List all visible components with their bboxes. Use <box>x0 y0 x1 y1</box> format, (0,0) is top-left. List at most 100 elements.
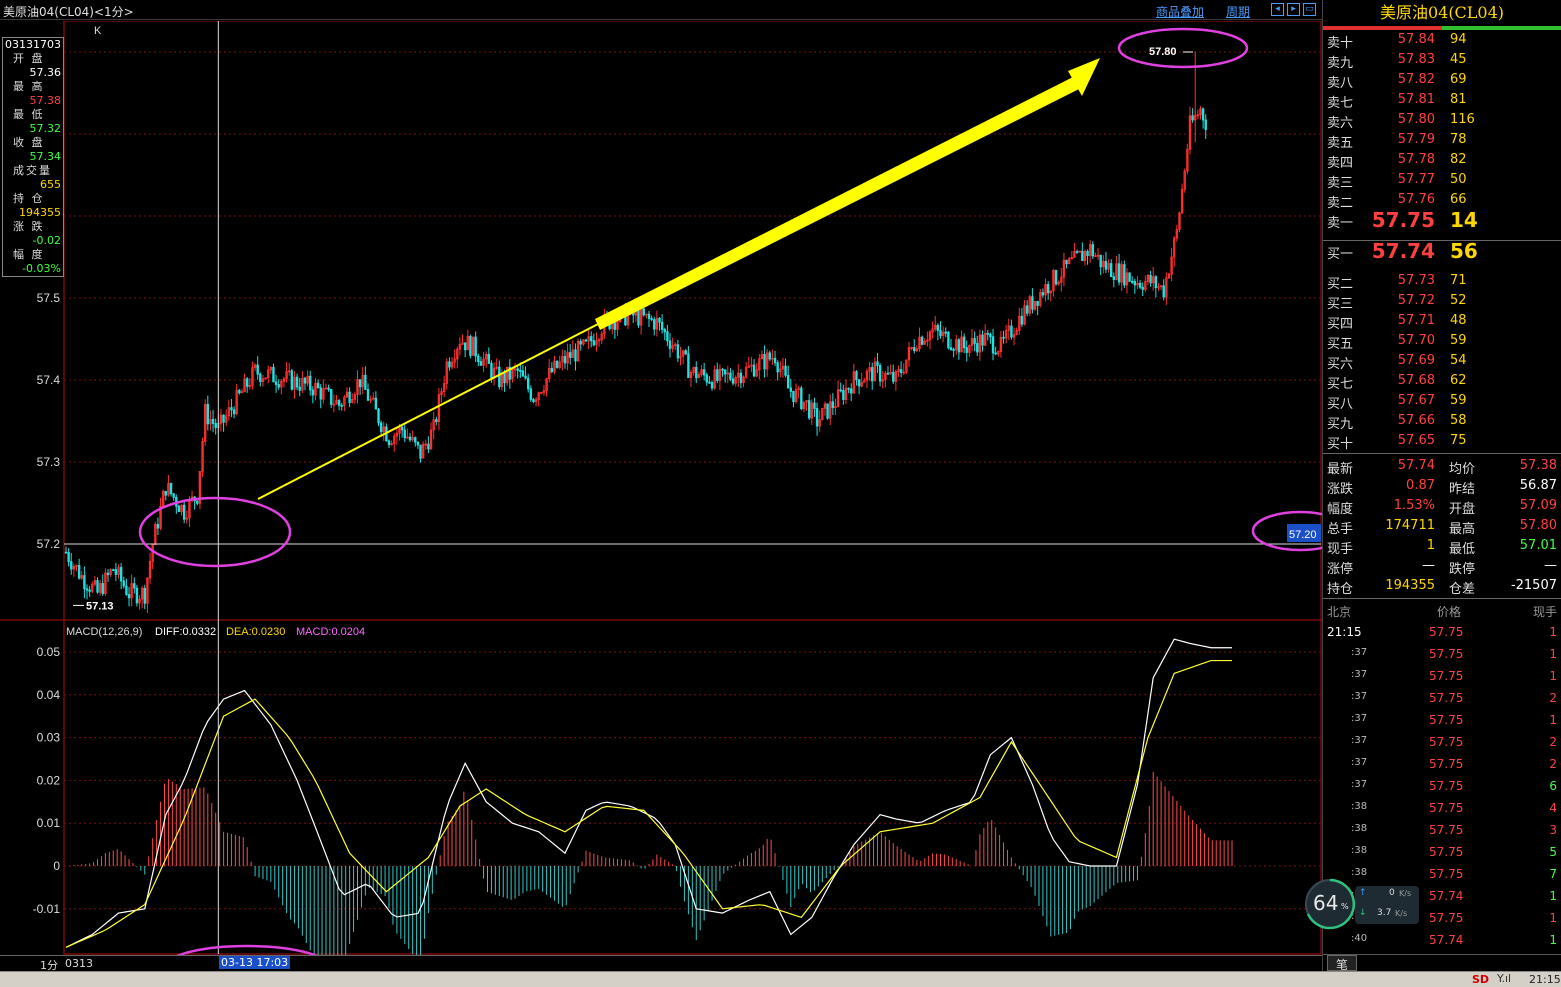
candle-body <box>839 389 842 392</box>
candle-body <box>784 365 787 376</box>
candle-body <box>387 440 391 446</box>
bid1-row[interactable]: 买一 57.74 56 <box>1323 239 1561 271</box>
tick-volume: 7 <box>1549 867 1557 881</box>
candle-body <box>70 561 73 570</box>
bid-price: 57.71 <box>1397 313 1435 328</box>
candle-body <box>800 387 803 410</box>
candle-body <box>526 377 530 390</box>
stat-value: 194355 <box>1385 578 1435 593</box>
ask-row[interactable]: 卖二 57.76 66 <box>1323 190 1561 211</box>
ask1-row[interactable]: 卖一 57.75 14 <box>1323 208 1561 240</box>
arrow-left-icon[interactable]: ◂ <box>1271 3 1284 16</box>
bid-row[interactable]: 买二 57.73 71 <box>1323 271 1561 292</box>
candle-body <box>256 364 259 375</box>
info-value: -0.02 <box>32 234 61 247</box>
tick-price: 57.75 <box>1429 823 1464 837</box>
ask-row[interactable]: 卖九 57.83 45 <box>1323 50 1561 71</box>
ask-row[interactable]: 卖八 57.82 69 <box>1323 70 1561 91</box>
k-label: K <box>94 25 102 37</box>
ask-row[interactable]: 卖六 57.80 116 <box>1323 110 1561 131</box>
candle-body <box>379 422 383 433</box>
macd-tick-label: 0.02 <box>37 773 61 787</box>
ask-row[interactable]: 卖四 57.78 82 <box>1323 150 1561 171</box>
candle-body <box>1141 286 1144 290</box>
overlay-link[interactable]: 商品叠加 <box>1156 3 1204 20</box>
tick-price: 57.75 <box>1429 845 1464 859</box>
ask-row[interactable]: 卖三 57.77 50 <box>1323 170 1561 191</box>
candle-body <box>156 523 160 529</box>
restore-icon[interactable]: ▭ <box>1303 3 1316 16</box>
tick-tab[interactable]: 笔 <box>1327 955 1357 972</box>
kline-chart[interactable]: 57.5 57.4 57.3 57.2 K 0.05 0.04 0.03 0.02 0.01 0 -0… <box>0 21 1322 955</box>
candle-body <box>1201 108 1205 121</box>
bid-volume: 58 <box>1450 413 1467 428</box>
bid-price: 57.67 <box>1397 393 1435 408</box>
ask-price: 57.76 <box>1397 192 1435 207</box>
candle-body <box>658 317 661 323</box>
ask-label: 卖五 <box>1327 136 1354 151</box>
bid-row[interactable]: 买三 57.72 52 <box>1323 291 1561 312</box>
ask-price: 57.79 <box>1397 132 1435 147</box>
bid-row[interactable]: 买五 57.70 59 <box>1323 331 1561 352</box>
candle-body <box>230 407 233 411</box>
tick-time: :37 <box>1351 735 1368 746</box>
candle-body <box>1081 250 1084 262</box>
candle-body <box>660 321 664 330</box>
tick-time: 21:15 <box>1327 625 1362 639</box>
tick-time: :38 <box>1351 823 1368 834</box>
bid-label: 买九 <box>1327 417 1354 432</box>
candle-body <box>414 437 417 443</box>
candle-body <box>1112 276 1116 280</box>
bid-row[interactable]: 买九 57.66 58 <box>1323 411 1561 432</box>
candle-body <box>1031 296 1034 310</box>
bid-volume: 62 <box>1450 373 1467 388</box>
candle-body <box>532 399 535 403</box>
bid-row[interactable]: 买六 57.69 54 <box>1323 351 1561 372</box>
ask-row[interactable]: 卖五 57.79 78 <box>1323 130 1561 151</box>
candle-body <box>913 347 916 352</box>
candle-body <box>947 331 950 349</box>
bid-row[interactable]: 买七 57.68 62 <box>1323 371 1561 392</box>
tick-volume: 6 <box>1549 779 1557 793</box>
candle-body <box>981 334 984 346</box>
candle-body <box>939 330 942 336</box>
ask-row[interactable]: 卖十 57.84 94 <box>1323 30 1561 51</box>
tick-volume: 1 <box>1549 933 1557 947</box>
candle-body <box>1010 325 1013 338</box>
ask-price: 57.81 <box>1397 92 1435 107</box>
macd-tick-label: 0 <box>53 859 60 873</box>
candle-body <box>1020 315 1024 325</box>
candle-body <box>135 587 139 604</box>
download-speed: 3.7 <box>1377 908 1392 918</box>
candle-body <box>83 575 86 590</box>
candle-body <box>723 369 727 375</box>
panel-title: 美原油04(CL04) <box>1379 3 1505 22</box>
stat-label: 总手 <box>1327 522 1354 537</box>
tick-time: :37 <box>1351 691 1368 702</box>
ask-volume: 69 <box>1450 72 1467 87</box>
candle-body <box>855 371 858 381</box>
stat-value: — <box>1422 558 1435 573</box>
arrow-right-icon[interactable]: ▸ <box>1287 3 1300 16</box>
ask-label: 卖十 <box>1327 36 1354 51</box>
bid-row[interactable]: 买十 57.65 75 <box>1323 431 1561 452</box>
candle-body <box>871 367 874 382</box>
period-link[interactable]: 周期 <box>1226 3 1250 20</box>
candle-body <box>813 402 816 409</box>
ask-volume: 116 <box>1450 112 1475 127</box>
bid-label: 买八 <box>1327 397 1354 412</box>
bar-info-box: 03131703 开 盘 57.36 最 高 57.38 最 低 57.32 收 盘 57.3… <box>2 37 64 277</box>
ask-row[interactable]: 卖七 57.81 81 <box>1323 90 1561 111</box>
candle-body <box>516 368 519 371</box>
candle-body <box>419 444 422 459</box>
bid-row[interactable]: 买八 57.67 59 <box>1323 391 1561 412</box>
tick-price: 57.75 <box>1429 735 1464 749</box>
price-tick-label: 57.4 <box>37 373 61 387</box>
bid-row[interactable]: 买四 57.71 48 <box>1323 311 1561 332</box>
ask-price: 57.83 <box>1397 52 1435 67</box>
candle-body <box>563 356 567 364</box>
tick-header-price: 价格 <box>1437 605 1462 619</box>
bid-price: 57.72 <box>1397 293 1435 308</box>
candle-body <box>463 342 467 351</box>
candle-body <box>177 505 181 513</box>
